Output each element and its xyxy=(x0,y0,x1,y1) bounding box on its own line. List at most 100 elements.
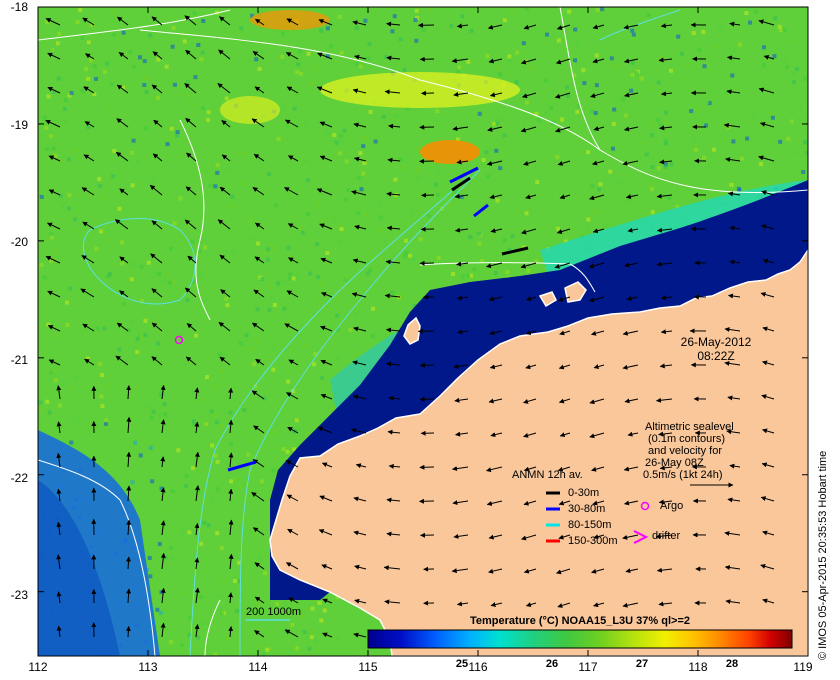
sst-pixel xyxy=(390,29,395,34)
sst-pixel xyxy=(48,48,53,53)
sst-pixel xyxy=(545,32,549,37)
sst-pixel xyxy=(231,249,236,254)
sst-pixel xyxy=(169,246,173,251)
sst-pixel xyxy=(609,56,614,61)
sst-pixel xyxy=(515,50,520,55)
sst-pixel xyxy=(312,64,317,69)
sst-pixel xyxy=(777,24,782,29)
sst-pixel xyxy=(136,331,141,336)
sst-pixel xyxy=(705,100,710,104)
sst-pixel xyxy=(659,123,664,128)
sst-pixel xyxy=(365,271,370,276)
sst-pixel xyxy=(270,346,275,351)
depth-scale-bar: 200 1000m xyxy=(246,606,301,621)
sst-pixel xyxy=(466,273,471,278)
sst-pixel xyxy=(679,51,684,56)
sst-pixel xyxy=(111,9,116,14)
sst-pixel xyxy=(267,172,271,177)
sst-pixel xyxy=(238,485,243,490)
sst-pixel xyxy=(477,231,482,236)
sst-pixel xyxy=(486,174,491,179)
sst-pixel xyxy=(180,533,185,538)
sst-pixel xyxy=(271,367,276,372)
sst-pixel xyxy=(555,155,560,160)
sst-pixel xyxy=(138,55,142,60)
sst-pixel xyxy=(436,171,441,176)
sst-pixel xyxy=(290,622,295,627)
sst-pixel xyxy=(582,81,587,86)
sst-pixel xyxy=(251,346,256,351)
sst-pixel xyxy=(117,347,122,352)
sst-pixel xyxy=(206,118,211,122)
sst-pixel xyxy=(594,83,599,88)
sst-pixel xyxy=(260,479,265,484)
sst-pixel xyxy=(803,76,808,81)
sst-pixel xyxy=(611,122,616,127)
sst-pixel xyxy=(102,69,107,74)
sst-pixel xyxy=(354,26,359,31)
sst-pixel xyxy=(792,150,796,155)
sst-pixel xyxy=(337,239,342,244)
x-tick-label: 112 xyxy=(28,660,47,674)
sst-pixel xyxy=(73,229,78,234)
sst-pixel xyxy=(157,542,162,546)
sst-pixel xyxy=(51,146,56,151)
sst-pixel xyxy=(772,54,777,59)
sst-pixel xyxy=(254,57,259,62)
sst-pixel xyxy=(325,251,330,255)
sst-pixel xyxy=(281,105,286,110)
sst-pixel xyxy=(460,14,465,19)
sst-pixel xyxy=(306,51,311,56)
sst-pixel xyxy=(94,246,99,251)
sst-pixel xyxy=(630,28,635,33)
sst-pixel xyxy=(498,166,503,171)
sst-pixel xyxy=(192,11,197,16)
sst-pixel xyxy=(664,110,669,115)
sst-pixel xyxy=(685,79,690,84)
sst-pixel xyxy=(265,647,270,652)
sst-pixel xyxy=(746,7,751,11)
sst-pixel xyxy=(68,286,73,291)
sst-pixel xyxy=(57,31,62,36)
sst-pixel xyxy=(400,165,405,170)
sst-pixel xyxy=(493,271,498,275)
sst-pixel xyxy=(172,82,177,87)
sst-pixel xyxy=(759,162,764,166)
sst-pixel xyxy=(151,409,156,414)
sst-pixel xyxy=(121,30,126,35)
sst-pixel xyxy=(171,26,176,31)
sst-pixel xyxy=(460,274,465,279)
sst-pixel xyxy=(299,226,304,231)
sst-pixel xyxy=(343,197,348,202)
sst-pixel xyxy=(271,468,276,473)
sst-pixel xyxy=(199,398,204,403)
sst-pixel xyxy=(334,296,339,301)
sst-pixel xyxy=(224,96,229,101)
sst-pixel xyxy=(472,267,477,272)
sst-pixel xyxy=(217,594,222,599)
sst-pixel xyxy=(314,638,318,643)
sst-pixel xyxy=(128,49,133,54)
sst-pixel xyxy=(435,109,440,114)
sst-pixel xyxy=(257,555,261,560)
sst-pixel xyxy=(316,203,321,207)
sst-pixel xyxy=(196,635,201,640)
sst-pixel xyxy=(593,111,598,115)
sst-pixel xyxy=(713,45,718,49)
sst-pixel xyxy=(200,50,205,55)
sst-pixel xyxy=(332,133,337,138)
sst-pixel xyxy=(181,590,186,595)
sst-pixel xyxy=(586,150,590,155)
sst-pixel xyxy=(598,182,603,187)
sst-pixel xyxy=(305,635,310,640)
sst-pixel xyxy=(502,18,507,23)
sst-pixel xyxy=(805,151,808,156)
sst-pixel xyxy=(131,262,136,267)
sst-pixel xyxy=(135,350,140,355)
sst-pixel xyxy=(392,14,397,19)
sst-pixel xyxy=(254,339,259,344)
sst-pixel xyxy=(325,26,330,31)
sst-pixel xyxy=(186,80,191,84)
sst-pixel xyxy=(315,242,320,247)
sst-pixel xyxy=(188,615,193,620)
